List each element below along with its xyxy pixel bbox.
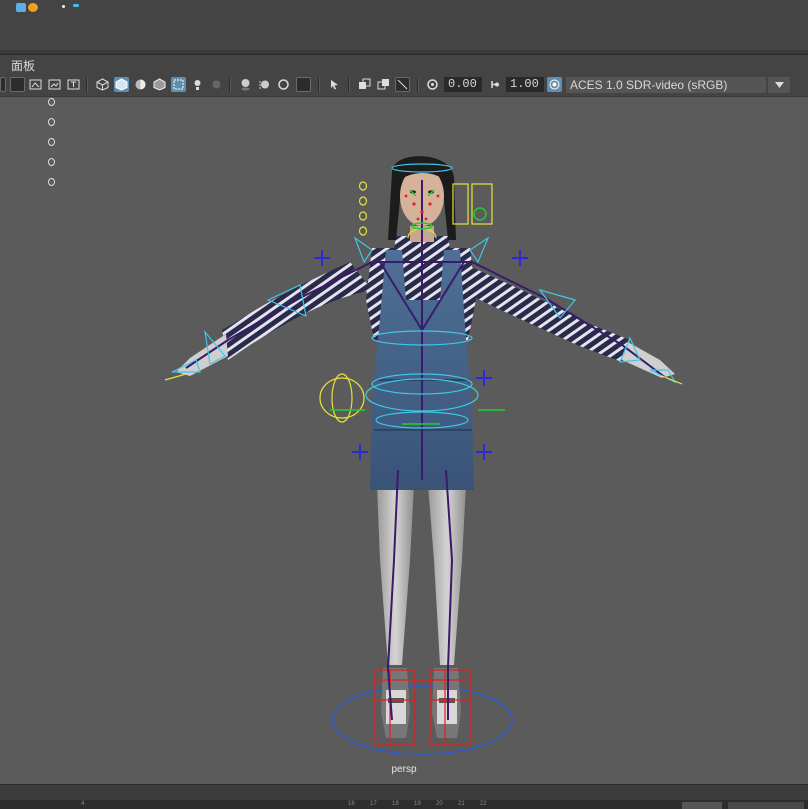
gamma-icon[interactable] bbox=[488, 77, 503, 92]
toolbar-separator bbox=[417, 78, 419, 92]
toolbar-separator bbox=[229, 78, 231, 92]
color-management-icon[interactable] bbox=[547, 77, 562, 92]
color-space-select[interactable]: ACES 1.0 SDR-video (sRGB) bbox=[566, 77, 766, 93]
time-slider[interactable]: 4 16 17 18 19 20 21 22 bbox=[0, 784, 808, 809]
default-material-icon[interactable] bbox=[133, 77, 148, 92]
camera-attributes-icon[interactable] bbox=[28, 77, 43, 92]
toolbar-separator bbox=[318, 78, 320, 92]
color-space-dropdown[interactable] bbox=[768, 77, 790, 93]
chevron-down-icon bbox=[774, 82, 784, 88]
grid-toggle-icon[interactable] bbox=[10, 77, 25, 92]
antialiasing-icon[interactable] bbox=[276, 77, 291, 92]
time-tick: 22 bbox=[480, 801, 487, 807]
isolate-select-icon[interactable] bbox=[327, 77, 342, 92]
wireframe-on-shaded-icon[interactable] bbox=[152, 77, 167, 92]
xray-joints-icon[interactable] bbox=[357, 77, 372, 92]
ambient-occlusion-icon[interactable] bbox=[238, 77, 253, 92]
time-tick: 4 bbox=[81, 801, 85, 807]
toolbar-edge-icon[interactable] bbox=[0, 77, 6, 92]
wireframe-icon[interactable] bbox=[95, 77, 110, 92]
character-scene bbox=[164, 156, 683, 755]
shelf-small-icon[interactable] bbox=[73, 4, 79, 7]
viewport-toolbar: 0.00 1.00 ACES 1.0 SDR-video (sRGB) bbox=[0, 74, 808, 97]
motion-blur-icon[interactable] bbox=[257, 77, 272, 92]
camera-name-label: persp bbox=[391, 764, 417, 775]
gamma-field[interactable]: 1.00 bbox=[506, 77, 544, 92]
time-tick: 18 bbox=[392, 801, 399, 807]
lights-icon[interactable] bbox=[190, 77, 205, 92]
image-plane-icon[interactable] bbox=[47, 77, 62, 92]
root-control-ring bbox=[331, 685, 513, 755]
depth-of-field-icon[interactable] bbox=[296, 77, 311, 92]
shelf-brush-icon[interactable] bbox=[28, 3, 38, 12]
film-gate-icon[interactable] bbox=[66, 77, 81, 92]
resolution-gate-icon[interactable] bbox=[395, 77, 410, 92]
exposure-field[interactable]: 0.00 bbox=[444, 77, 482, 92]
time-tick: 19 bbox=[414, 801, 421, 807]
xray-active-components-icon[interactable] bbox=[376, 77, 391, 92]
panel-menu-bar: 面板 bbox=[0, 55, 808, 73]
time-tick: 17 bbox=[370, 801, 377, 807]
toolbar-separator bbox=[348, 78, 350, 92]
shadows-icon[interactable] bbox=[209, 77, 224, 92]
time-tick: 21 bbox=[458, 801, 465, 807]
viewport-3d[interactable]: persp bbox=[0, 97, 808, 784]
time-tick: 20 bbox=[436, 801, 443, 807]
shelf-dot-icon[interactable] bbox=[62, 5, 65, 8]
xray-icon[interactable] bbox=[171, 77, 186, 92]
shelf-app-icon[interactable] bbox=[16, 3, 26, 12]
panel-menu[interactable]: 面板 bbox=[11, 57, 35, 74]
time-tick: 16 bbox=[348, 801, 355, 807]
exposure-icon[interactable] bbox=[425, 77, 440, 92]
toolbar-separator bbox=[86, 78, 88, 92]
top-shelf-area bbox=[0, 0, 808, 51]
smooth-shade-icon[interactable] bbox=[114, 77, 129, 92]
